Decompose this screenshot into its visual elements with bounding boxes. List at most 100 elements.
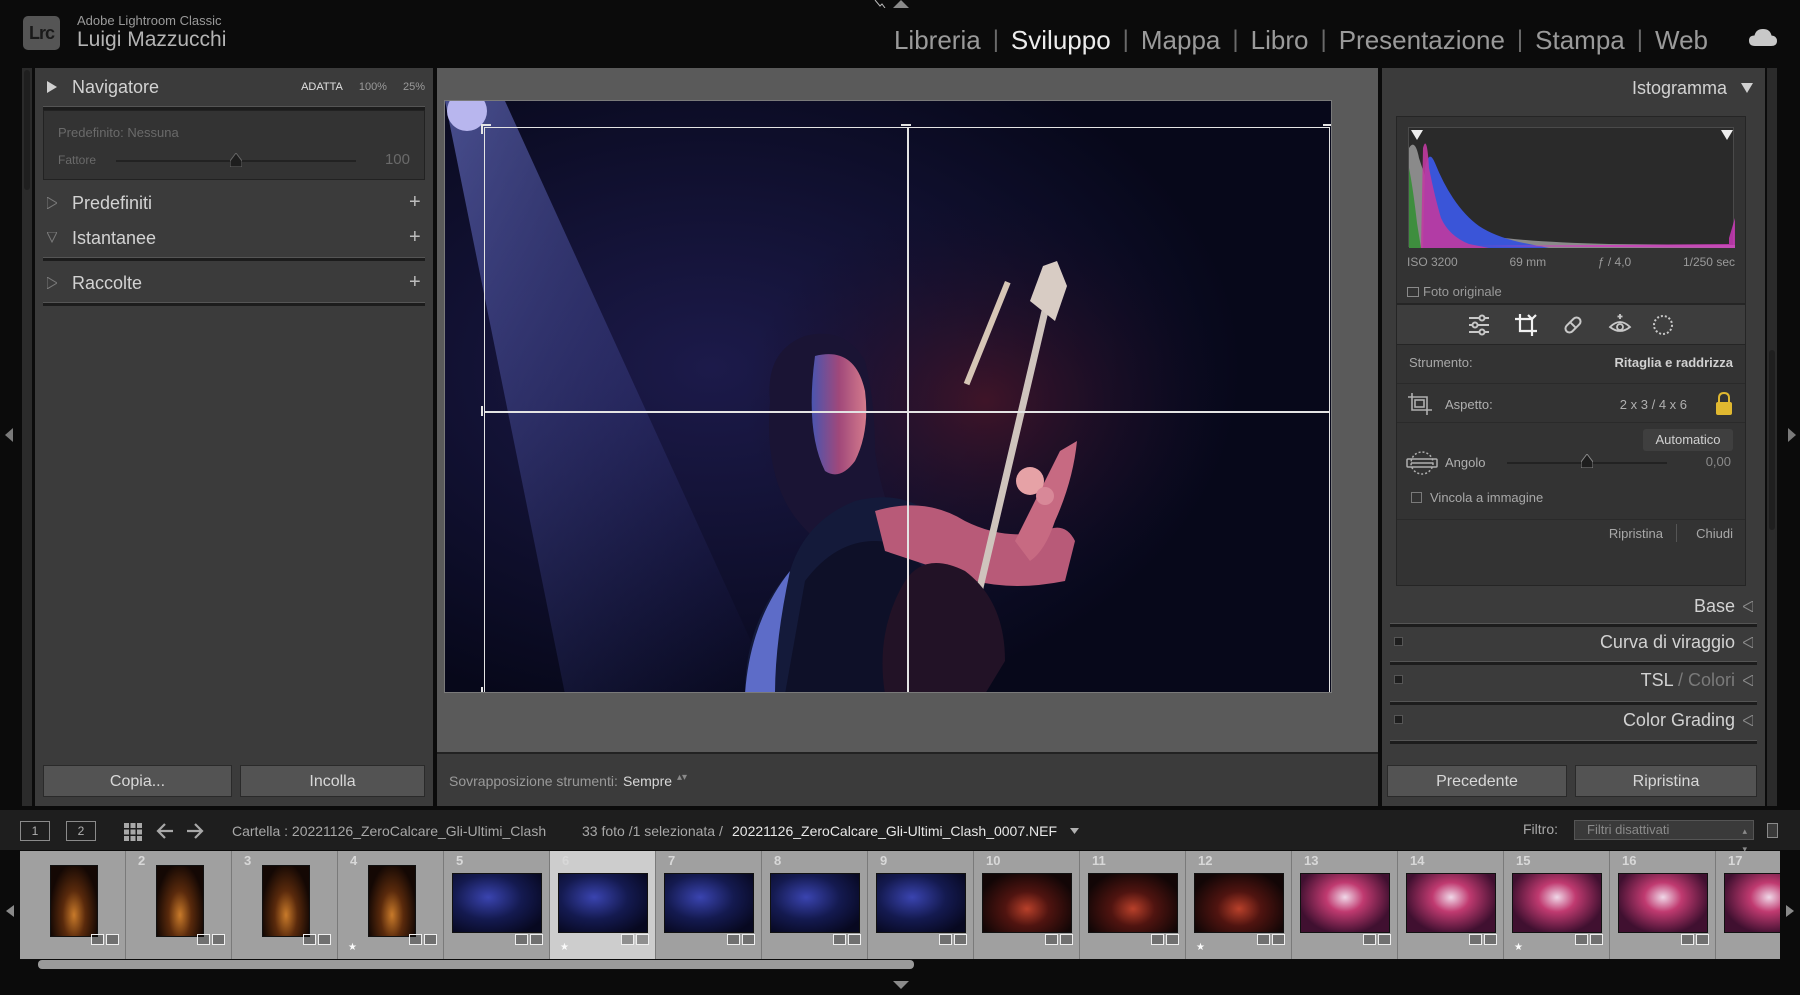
- thumbnail[interactable]: [368, 865, 416, 937]
- add-collection-icon[interactable]: +: [409, 272, 423, 292]
- module-libreria[interactable]: Libreria: [882, 25, 993, 56]
- filmstrip-cell[interactable]: 10: [974, 851, 1080, 959]
- thumbnail[interactable]: [558, 873, 648, 933]
- tool-overlay-select[interactable]: Sempre: [623, 773, 672, 789]
- histogram-title[interactable]: Istogramma: [1632, 78, 1727, 99]
- add-snapshot-icon[interactable]: +: [409, 227, 423, 247]
- checkbox-icon[interactable]: [1407, 287, 1419, 297]
- copy-settings-button[interactable]: Copia...: [43, 765, 232, 797]
- second-monitor-button[interactable]: 2: [66, 821, 96, 841]
- crop-corner-handle[interactable]: [481, 124, 483, 134]
- hsl-panel-header[interactable]: TSL / Colori: [1382, 662, 1765, 698]
- filmstrip-left-arrow[interactable]: [6, 905, 14, 917]
- filmstrip-cell[interactable]: 7: [656, 851, 762, 959]
- zoom-mode-25[interactable]: 25%: [403, 81, 425, 93]
- right-panel-toggle-arrow[interactable]: [1786, 428, 1796, 442]
- star-rating-icon[interactable]: ★: [560, 942, 569, 953]
- zoom-mode-100[interactable]: 100%: [359, 81, 387, 93]
- auto-straighten-button[interactable]: Automatico: [1643, 429, 1733, 451]
- angle-slider-thumb[interactable]: [1581, 454, 1593, 468]
- panel-toggle-switch[interactable]: [1394, 675, 1403, 684]
- aspect-crop-icon[interactable]: [1407, 392, 1433, 416]
- crop-corner-handle[interactable]: [481, 687, 483, 692]
- reset-button[interactable]: Ripristina: [1575, 765, 1757, 797]
- module-presentazione[interactable]: Presentazione: [1327, 25, 1517, 56]
- filmstrip-cell[interactable]: 15 ★: [1504, 851, 1610, 959]
- paste-settings-button[interactable]: Incolla: [240, 765, 425, 797]
- collapse-triangle-icon[interactable]: [1741, 83, 1753, 93]
- thumbnail[interactable]: [1300, 873, 1390, 933]
- filmstrip-cell[interactable]: 17: [1716, 851, 1780, 959]
- filmstrip-cell[interactable]: 4 ★: [338, 851, 444, 959]
- module-web[interactable]: Web: [1643, 25, 1720, 56]
- add-preset-icon[interactable]: +: [409, 192, 423, 212]
- aspect-select[interactable]: 2 x 3 / 4 x 6: [1620, 397, 1687, 412]
- thumbnail[interactable]: [1512, 873, 1602, 933]
- original-photo-toggle[interactable]: Foto originale: [1407, 284, 1502, 299]
- red-eye-icon[interactable]: [1608, 313, 1632, 337]
- crop-edge-handle[interactable]: [901, 124, 911, 126]
- filmstrip-cell[interactable]: 6 ★: [550, 851, 656, 959]
- grid-view-icon[interactable]: [124, 823, 142, 841]
- thumbnail[interactable]: [876, 873, 966, 933]
- tool-reset-link[interactable]: Ripristina: [1609, 526, 1663, 541]
- crop-frame[interactable]: [481, 124, 1332, 692]
- collapse-filmstrip-arrow[interactable]: [893, 981, 909, 989]
- module-mappa[interactable]: Mappa: [1129, 25, 1233, 56]
- constrain-checkbox[interactable]: [1411, 492, 1422, 503]
- basic-panel-header[interactable]: Base: [1382, 588, 1765, 624]
- thumbnail[interactable]: [452, 873, 542, 933]
- sliders-icon[interactable]: [1467, 313, 1491, 337]
- star-rating-icon[interactable]: ★: [348, 942, 357, 953]
- left-panel-toggle-arrow[interactable]: [5, 428, 15, 442]
- collapse-top-panel-arrow[interactable]: [893, 0, 909, 8]
- forward-arrow-icon[interactable]: [186, 823, 204, 839]
- panel-toggle-switch[interactable]: [1394, 637, 1403, 646]
- masking-icon[interactable]: [1651, 313, 1675, 337]
- factor-slider-thumb[interactable]: [230, 153, 242, 167]
- filmstrip-cell[interactable]: [20, 851, 126, 959]
- filmstrip-cell[interactable]: 8: [762, 851, 868, 959]
- colors-label[interactable]: / Colori: [1673, 670, 1735, 690]
- thumbnail[interactable]: [770, 873, 860, 933]
- star-rating-icon[interactable]: ★: [1514, 942, 1523, 953]
- lock-icon[interactable]: [1715, 392, 1733, 416]
- filter-select[interactable]: Filtri disattivati ▴ ▾: [1574, 820, 1754, 854]
- filmstrip-cell[interactable]: 11: [1080, 851, 1186, 959]
- selected-filename[interactable]: 20221126_ZeroCalcare_Gli-Ultimi_Clash_00…: [732, 823, 1057, 839]
- collections-header[interactable]: Raccolte +: [35, 264, 433, 302]
- crop-tool-icon[interactable]: [1514, 313, 1538, 337]
- filmstrip-cell[interactable]: 9: [868, 851, 974, 959]
- tone-curve-panel-header[interactable]: Curva di viraggio: [1382, 624, 1765, 660]
- photo-preview[interactable]: [444, 100, 1332, 693]
- filmstrip-cell[interactable]: 12 ★: [1186, 851, 1292, 959]
- filmstrip-cell[interactable]: 14: [1398, 851, 1504, 959]
- right-panel-scroll-thumb[interactable]: [1769, 350, 1775, 530]
- filter-lock-icon[interactable]: [1767, 823, 1778, 838]
- module-sviluppo[interactable]: Sviluppo: [999, 25, 1123, 56]
- star-rating-icon[interactable]: ★: [1196, 942, 1205, 953]
- back-arrow-icon[interactable]: [156, 823, 174, 839]
- panel-toggle-switch[interactable]: [1394, 715, 1403, 724]
- zoom-mode-fit[interactable]: ADATTA: [301, 81, 343, 93]
- angle-value[interactable]: 0,00: [1706, 454, 1731, 469]
- presets-header[interactable]: Predefiniti +: [35, 184, 433, 222]
- filmstrip-cell[interactable]: 16: [1610, 851, 1716, 959]
- histogram-graph[interactable]: [1408, 127, 1735, 248]
- main-monitor-button[interactable]: 1: [20, 821, 50, 841]
- cloud-icon[interactable]: [1748, 28, 1778, 48]
- crop-corner-handle[interactable]: [1331, 124, 1332, 134]
- thumbnail[interactable]: [1088, 873, 1178, 933]
- thumbnail[interactable]: [664, 873, 754, 933]
- module-stampa[interactable]: Stampa: [1523, 25, 1637, 56]
- angle-level-icon[interactable]: [1405, 451, 1439, 475]
- folder-path[interactable]: Cartella : 20221126_ZeroCalcare_Gli-Ulti…: [232, 823, 546, 839]
- navigator-header[interactable]: Navigatore ADATTA 100% 25%: [35, 68, 433, 106]
- module-libro[interactable]: Libro: [1239, 25, 1321, 56]
- crop-edge-handle[interactable]: [1331, 406, 1332, 416]
- healing-icon[interactable]: [1561, 313, 1585, 337]
- thumbnail[interactable]: [1194, 873, 1284, 933]
- thumbnail[interactable]: [1724, 873, 1780, 933]
- filmstrip-cell[interactable]: 13: [1292, 851, 1398, 959]
- previous-settings-button[interactable]: Precedente: [1387, 765, 1567, 797]
